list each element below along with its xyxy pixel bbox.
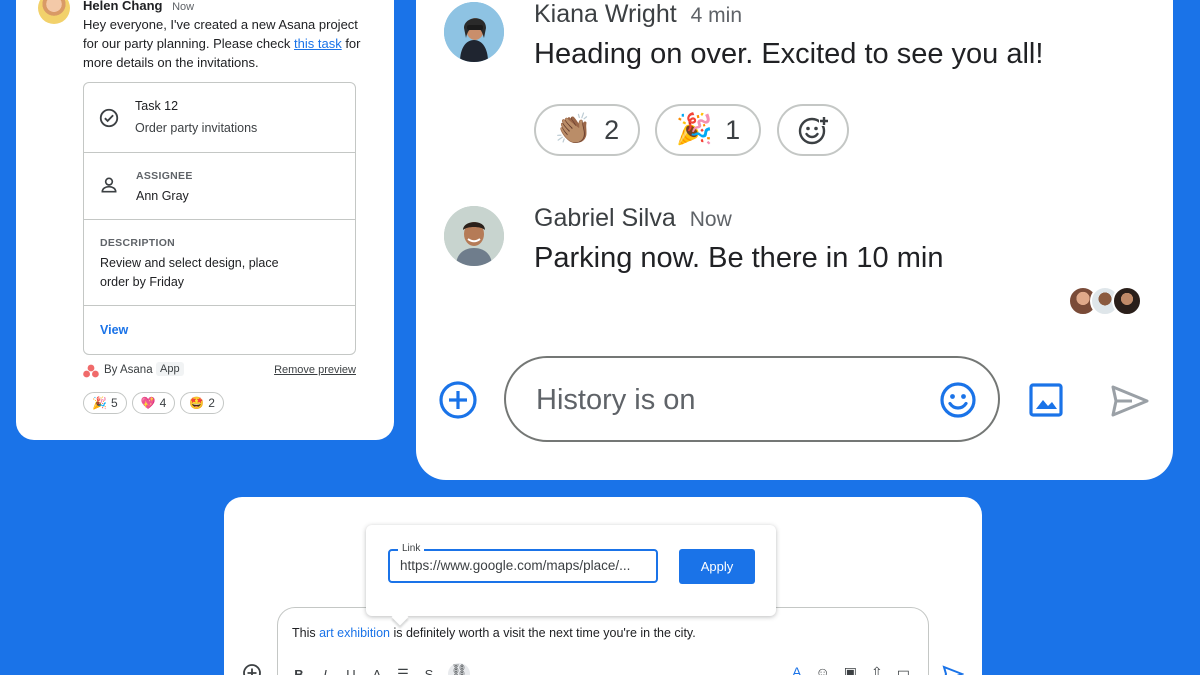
send-icon[interactable] (942, 665, 964, 675)
by-asana-text: By Asana (104, 364, 153, 376)
format-text-icon[interactable]: A (792, 664, 801, 675)
italic-button[interactable]: I (318, 667, 332, 675)
link-popover: Link Apply (366, 525, 776, 626)
kiana-wright-avatar (444, 2, 504, 62)
reaction-chip-clap[interactable]: 👏🏽 2 (534, 104, 640, 156)
compose-box (504, 356, 1000, 442)
add-reaction-button[interactable] (777, 104, 849, 156)
task-title-section: Task 12 Order party invitations (84, 83, 355, 153)
reaction-chip[interactable]: 🎉 5 (83, 392, 127, 414)
upload-icon[interactable]: ⇧ (871, 664, 883, 675)
message-input[interactable] (536, 382, 926, 418)
check-circle-icon (99, 108, 119, 128)
task-title: Order party invitations (135, 121, 258, 135)
chat-thread-card: Kiana Wright 4 min Heading on over. Excit… (416, 0, 1173, 480)
reaction-chip[interactable]: 🤩 2 (180, 392, 224, 414)
insert-image-button[interactable] (1028, 382, 1064, 418)
sender-time: Now (172, 1, 195, 13)
app-badge: App (156, 362, 184, 376)
text-color-button[interactable]: A (370, 667, 384, 675)
underline-button[interactable]: U (344, 667, 358, 675)
link-field: Link (388, 543, 658, 583)
helen-chang-avatar (38, 0, 70, 24)
format-toolbar: B I U A ☰ S̶ ⛓ (292, 663, 470, 675)
attribution-row: By Asana App Remove preview (83, 362, 356, 380)
link-editor-card: This art exhibition is definitely worth … (224, 497, 982, 675)
emoji-picker-button[interactable] (938, 380, 978, 420)
task-description-section: DESCRIPTION Review and select design, pl… (84, 220, 355, 306)
chat-timestamp: Now (689, 208, 732, 231)
bulleted-list-icon[interactable]: ☰ (396, 666, 410, 675)
send-button[interactable] (1110, 384, 1150, 418)
clapping-hands-icon: 👏🏽 (554, 113, 593, 146)
view-task-button[interactable]: View (100, 323, 128, 337)
task-number: Task 12 (135, 99, 179, 113)
asana-message-card: Helen Chang Now Hey everyone, I've creat… (16, 0, 394, 440)
reaction-chip-party[interactable]: 🎉 1 (655, 104, 761, 156)
chat-timestamp: 4 min (690, 4, 743, 27)
add-reaction-icon (798, 116, 829, 145)
remove-preview-link[interactable]: Remove preview (274, 364, 356, 376)
message-header: Helen Chang Now (83, 0, 194, 13)
task-link[interactable]: this task (294, 36, 342, 51)
inline-link[interactable]: art exhibition (319, 626, 390, 640)
add-attachment-icon[interactable] (242, 663, 262, 675)
video-icon[interactable]: ▭ (897, 664, 910, 675)
assignee-label: ASSIGNEE (136, 170, 193, 182)
task-assignee-section: ASSIGNEE Ann Gray (84, 153, 355, 220)
asana-logo-icon (83, 364, 99, 378)
sender-name: Helen Chang (83, 0, 163, 13)
assignee-name: Ann Gray (136, 189, 189, 203)
apply-button[interactable]: Apply (679, 549, 755, 584)
link-icon[interactable]: ⛓ (448, 663, 470, 675)
party-popper-icon: 🎉 (675, 113, 714, 146)
description-line-2: order by Friday (100, 275, 185, 289)
strikethrough-icon[interactable]: S̶ (422, 667, 436, 675)
bold-button[interactable]: B (292, 667, 306, 675)
read-receipts (1068, 286, 1144, 318)
link-field-label: Link (398, 543, 425, 554)
gif-icon[interactable]: ▣ (844, 664, 857, 675)
emoji-icon[interactable]: ☺ (816, 664, 830, 675)
link-url-input[interactable] (400, 558, 652, 573)
add-attachment-button[interactable] (438, 380, 478, 420)
star-struck-icon: 🤩 (189, 396, 205, 410)
rich-text-editor[interactable]: This art exhibition is definitely worth … (277, 607, 929, 675)
read-receipt-avatar (1112, 286, 1142, 316)
description-line-1: Review and select design, place (100, 256, 279, 270)
editor-content: This art exhibition is definitely worth … (292, 626, 696, 640)
party-popper-icon: 🎉 (92, 396, 107, 410)
task-view-section: View (84, 306, 355, 355)
chat-message-text: Parking now. Be there in 10 min (534, 242, 944, 274)
editor-actions: A ☺ ▣ ⇧ ▭ (792, 664, 910, 675)
chat-sender-name: Kiana Wright 4 min (534, 0, 743, 28)
sparkling-heart-icon: 💖 (140, 396, 156, 410)
person-icon (101, 177, 117, 193)
description-label: DESCRIPTION (100, 237, 176, 249)
chat-sender-name: Gabriel Silva Now (534, 204, 732, 232)
message-reactions: 🎉 5 💖 4 🤩 2 (83, 392, 229, 414)
gabriel-silva-avatar (444, 206, 504, 266)
reaction-chip[interactable]: 💖 4 (131, 392, 176, 414)
chat-message-text: Heading on over. Excited to see you all! (534, 38, 1044, 70)
message-text: Hey everyone, I've created a new Asana p… (83, 17, 361, 70)
asana-task-preview: Task 12 Order party invitations ASSIGNEE… (83, 82, 356, 355)
